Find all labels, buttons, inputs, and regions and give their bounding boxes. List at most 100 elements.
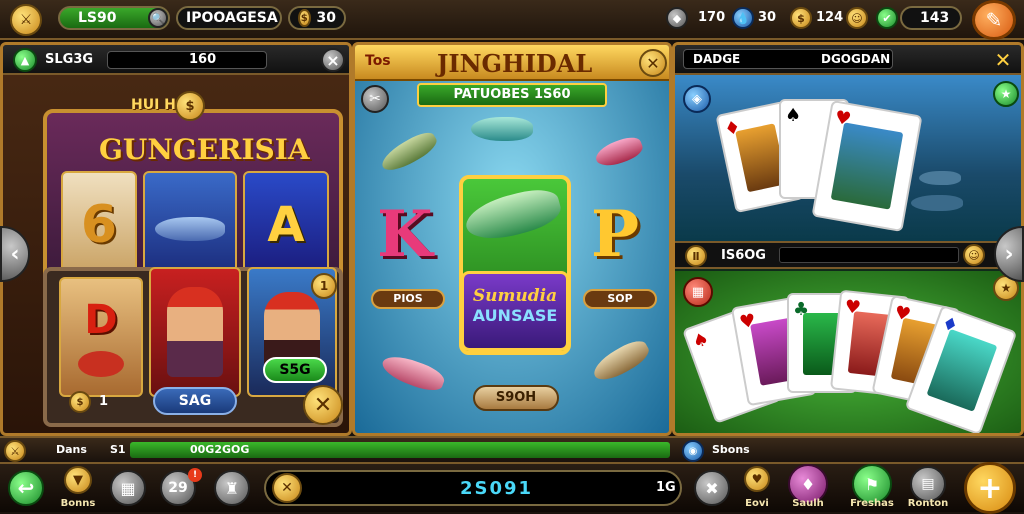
strip-label1: Dans [56, 443, 87, 456]
search-icon[interactable]: 🔍 [148, 8, 168, 28]
reel-six-text: 6 [80, 195, 118, 255]
badge-one-text: 1 [319, 279, 329, 293]
saulh-label: Saulh [792, 498, 824, 509]
stat4-value: 143 [920, 10, 950, 26]
strip-right-icon: ◉ [682, 440, 704, 462]
corner-tag: Tos [365, 53, 391, 69]
left-panel-header: ▲ SLG3G 160 × [3, 45, 349, 75]
shield-icon: ✔ [876, 7, 898, 29]
center-bottom-button[interactable]: S9OH [473, 385, 559, 411]
coin-stack-icon: $ [790, 7, 812, 29]
menu-button[interactable]: ✎ [972, 0, 1016, 40]
center-value: 2S091 [460, 478, 534, 499]
strip-label2: S1 [110, 443, 126, 456]
freshas-label: Freshas [850, 498, 894, 509]
bottom-bar: ↩ ▼ Bonns ▦ 29 ! ♜ ✕ 2S091 1G ✖ ♥ Eovi ♦… [0, 462, 1024, 514]
gem-icon: ◆ [666, 7, 688, 29]
right-top-icon[interactable]: ◈ [683, 85, 711, 113]
footer-number: 1 [99, 394, 109, 409]
fish-top-center [471, 117, 533, 141]
reel-d: D [59, 277, 143, 397]
center-game-panel[interactable]: Tos JINGHIDAL ✕ PATUOBES 1S60 ✂ K P PIOS… [352, 42, 672, 436]
player-name-pill: IPOOAGESA [176, 6, 282, 30]
footer-button-text: SAG [178, 393, 212, 409]
reel-a-text: A [267, 197, 305, 253]
stat3-value: 124 [816, 10, 844, 25]
reel-six: 6 [61, 171, 137, 279]
center-close-button[interactable]: ✕ [639, 49, 667, 77]
level-text: LS90 [78, 10, 117, 26]
tools-button[interactable]: ✖ [694, 470, 730, 506]
left-header-label: SLG3G [45, 52, 94, 67]
plate-right-text: SOP [607, 292, 633, 305]
right-close-button[interactable]: ✕ [991, 48, 1015, 72]
gold-pill: $ 30 [288, 6, 346, 30]
letter-k: K [377, 197, 433, 272]
plate-left: PIOS [371, 289, 445, 309]
center-banner-text: PATUOBES 1S60 [453, 87, 571, 102]
king-portrait-icon [167, 287, 223, 377]
strip-value: 00G2GOG [190, 443, 250, 456]
fish-top-right [592, 133, 646, 171]
right-fish-1 [919, 171, 961, 185]
right-header-label: DADGE [693, 52, 741, 66]
right-mid-smile-icon: ☺ [963, 244, 985, 266]
center-coin-button[interactable]: ✕ [272, 473, 302, 503]
badge-one: 1 [311, 273, 337, 299]
logo-line1: Sumudia [472, 286, 558, 306]
grid-button[interactable]: ▦ [110, 470, 146, 506]
top-bar: ⚔ LS90 🔍 IPOOAGESA $ 30 ◆ 170 💧 30 $ 124… [0, 0, 1024, 40]
slot-title: GUNGERISIA [99, 133, 310, 166]
stat4-pill: 143 [900, 6, 962, 30]
gifts-count: 29 [168, 480, 188, 496]
reel-d-text: D [84, 297, 118, 343]
footer-button[interactable]: SAG [153, 387, 237, 415]
left-game-panel[interactable]: ▲ SLG3G 160 × HUI HUO $ GUNGERISIA 6 A D… [0, 42, 352, 436]
center-right-value: 1G [656, 480, 676, 495]
center-tool-button[interactable]: ✂ [361, 85, 389, 113]
right-table-icon[interactable]: ▦ [683, 277, 713, 307]
reel-fish [143, 171, 237, 279]
love-icon[interactable]: ♥ [744, 466, 770, 492]
ronton-label: Ronton [907, 498, 949, 509]
left-x-button[interactable]: ✕ [303, 385, 343, 425]
left-header-value: 160 [189, 52, 217, 67]
value-badge: S5G [263, 357, 327, 383]
status-icon: ▲ [13, 48, 37, 72]
add-button[interactable]: + [964, 462, 1016, 514]
right-fish-2 [911, 195, 963, 211]
footer-coin-icon: $ [69, 391, 91, 413]
love-label: Eovi [745, 498, 769, 509]
right-panel-header: DADGE DGOGDAN ✕ [675, 45, 1021, 75]
drop-icon: 💧 [732, 7, 754, 29]
coin-icon: $ [298, 9, 311, 27]
coin-emblem-icon: $ [175, 91, 205, 121]
right-mid-coin-icon: Ⅱ [685, 245, 707, 267]
right-header-value: DGOGDAN [821, 52, 891, 66]
left-close-button[interactable]: × [321, 48, 345, 72]
avatar[interactable]: ⚔ [10, 4, 42, 36]
center-title: JINGHIDAL [437, 49, 593, 78]
stat2-value: 30 [758, 10, 777, 25]
center-bottom-button-text: S9OH [495, 390, 537, 405]
game-logo: Sumudia AUNSASE [461, 271, 569, 351]
fish-top-left [377, 127, 441, 177]
back-button[interactable]: ↩ [8, 470, 44, 506]
castle-button[interactable]: ♜ [214, 470, 250, 506]
right-top-star-icon[interactable]: ★ [993, 81, 1019, 107]
smile-icon: ☺ [846, 7, 868, 29]
right-bar-value: IS6OG [721, 248, 766, 263]
notification-badge: ! [188, 468, 202, 482]
plate-right: SOP [583, 289, 657, 309]
right-game-panel[interactable]: DADGE DGOGDAN ✕ ◈ ★ ♦ ♠ ♥ Ⅱ IS6OG ☺ ▦ ★ … [672, 42, 1024, 436]
fish-icon [155, 217, 225, 241]
bottom-strip: ⚔ Dans S1 00G2GOG ◉ Sbons [0, 436, 1024, 462]
ronton-button[interactable]: ▤ [910, 466, 946, 502]
plate-left-text: PIOS [393, 292, 423, 305]
bonus-icon[interactable]: ▼ [64, 466, 92, 494]
gold-value: 30 [316, 10, 336, 26]
bonus-label: Bonns [60, 498, 96, 509]
right-progress [779, 247, 959, 263]
strip-right-label: Sbons [712, 443, 750, 456]
fish-bottom-left [378, 350, 448, 396]
